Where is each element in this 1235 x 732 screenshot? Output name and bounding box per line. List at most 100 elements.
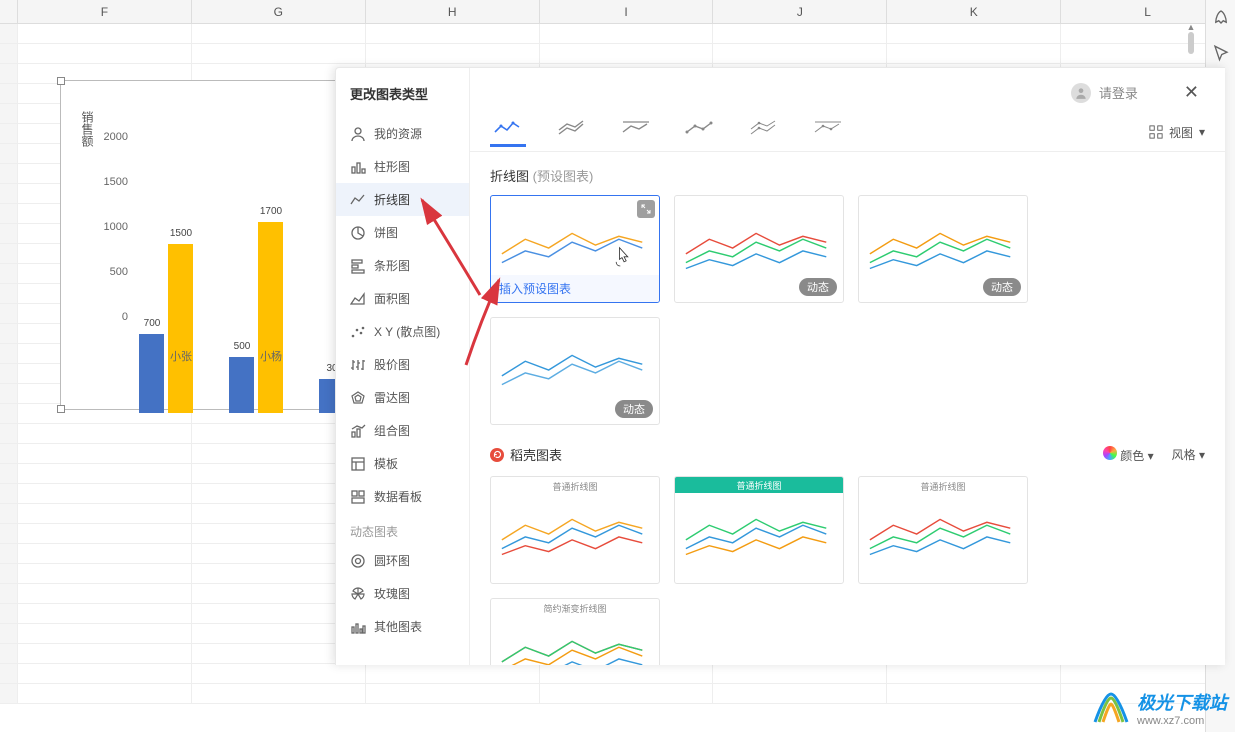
- sidebar-item-label: 圆环图: [374, 552, 410, 569]
- sidebar-item-label: 柱形图: [374, 158, 410, 175]
- grid-row[interactable]: [0, 664, 1235, 684]
- daoke-header: 稻壳图表 颜色 ▾ 风格 ▾: [490, 445, 1205, 464]
- sidebar-item-bar[interactable]: 柱形图: [336, 150, 469, 183]
- card-title: 普通折线图: [859, 480, 1027, 493]
- card-title: 普通折线图: [491, 480, 659, 493]
- sidebar-item-line[interactable]: 折线图: [336, 183, 469, 216]
- col-header-G[interactable]: G: [192, 0, 366, 23]
- chart-gallery[interactable]: 折线图 (预设图表) 插入预设图表动态动态动态 稻壳图表 颜色 ▾ 风格 ▾ 普…: [470, 152, 1225, 665]
- bar-label: 1500: [166, 228, 196, 239]
- dynamic-badge: 动态: [983, 278, 1021, 296]
- cursor-icon[interactable]: [1212, 44, 1230, 62]
- bar-group: 7001500: [139, 244, 193, 413]
- chevron-down-icon: ▾: [1199, 125, 1205, 139]
- sidebar-item-dashboard[interactable]: 数据看板: [336, 480, 469, 513]
- section-title-sub: (预设图表): [533, 169, 594, 184]
- preset-cards: 插入预设图表动态动态动态: [490, 195, 1205, 425]
- refresh-icon[interactable]: [490, 448, 504, 462]
- sidebar-item-template[interactable]: 模板: [336, 447, 469, 480]
- daoke-row1: 普通折线图 普通折线图 普通折线图简约渐变折线图: [490, 476, 1205, 665]
- sidebar-item-radar[interactable]: 雷达图: [336, 381, 469, 414]
- preset-chart-card[interactable]: 动态: [490, 317, 660, 425]
- view-control[interactable]: 视图 ▾: [1149, 117, 1205, 147]
- chart-thumbnail: [497, 615, 653, 665]
- rose-icon: [350, 586, 366, 602]
- expand-icon[interactable]: [637, 200, 655, 218]
- subtype-line-basic[interactable]: [490, 117, 526, 147]
- card-header: 普通折线图: [675, 477, 843, 493]
- template-icon: [350, 456, 366, 472]
- embedded-bar-chart[interactable]: 销售额 2000 1500 1000 500 0 700150050017003…: [60, 80, 340, 410]
- grid-row[interactable]: [0, 44, 1235, 64]
- modal-topbar: 请登录 ✕: [470, 68, 1225, 111]
- sidebar-item-label: 折线图: [374, 191, 410, 208]
- xcat: 小杨: [226, 348, 316, 364]
- sidebar-item-rose[interactable]: 玫瑰图: [336, 577, 469, 610]
- modal-body: 请登录 ✕ 视图 ▾ 折线图 (预设图表) 插入预设图表动态动态动态: [470, 68, 1225, 665]
- sidebar-item-scatter[interactable]: X Y (散点图): [336, 315, 469, 348]
- subtype-line-percent[interactable]: [618, 117, 654, 147]
- sidebar-item-combo[interactable]: 组合图: [336, 414, 469, 447]
- bar-group: 5001700: [229, 222, 283, 413]
- combo-icon: [350, 423, 366, 439]
- style-filter[interactable]: 风格 ▾: [1172, 446, 1205, 463]
- sidebar-section-dynamic: 动态图表: [336, 513, 469, 544]
- chart-type-sidebar: 更改图表类型 我的资源柱形图折线图饼图条形图面积图X Y (散点图)股价图雷达图…: [336, 68, 470, 665]
- section-title-main: 折线图: [490, 169, 529, 184]
- grid-row[interactable]: [0, 684, 1235, 704]
- preset-chart-card[interactable]: 动态: [858, 195, 1028, 303]
- insert-preset-button[interactable]: 插入预设图表: [491, 275, 659, 302]
- close-button[interactable]: ✕: [1178, 80, 1205, 105]
- grid-row[interactable]: [0, 24, 1235, 44]
- ytick: 0: [93, 311, 128, 356]
- sidebar-item-label: 玫瑰图: [374, 585, 410, 602]
- sidebar-item-label: 组合图: [374, 422, 410, 439]
- bar-series1: 500: [229, 357, 254, 413]
- sidebar-item-label: 股价图: [374, 356, 410, 373]
- color-filter[interactable]: 颜色 ▾: [1103, 446, 1154, 464]
- resize-handle[interactable]: [57, 405, 65, 413]
- resize-handle[interactable]: [57, 77, 65, 85]
- chart-thumbnail: [865, 493, 1021, 577]
- bar-series2: 1500: [168, 244, 193, 413]
- sidebar-item-pie[interactable]: 饼图: [336, 216, 469, 249]
- subtype-line-stacked-markers[interactable]: [746, 117, 782, 147]
- card-title: 简约渐变折线图: [491, 602, 659, 615]
- preset-chart-card[interactable]: 插入预设图表: [490, 195, 660, 303]
- sidebar-item-hbar[interactable]: 条形图: [336, 249, 469, 282]
- bar-label: 700: [137, 318, 167, 329]
- sidebar-item-other[interactable]: 其他图表: [336, 610, 469, 643]
- line-icon: [350, 192, 366, 208]
- bar-series1: 700: [139, 334, 164, 413]
- daoke-chart-card[interactable]: 简约渐变折线图: [490, 598, 660, 665]
- daoke-chart-card[interactable]: 普通折线图: [490, 476, 660, 584]
- sidebar-item-stock[interactable]: 股价图: [336, 348, 469, 381]
- login-area[interactable]: 请登录: [1071, 83, 1138, 103]
- subtype-line-stacked[interactable]: [554, 117, 590, 147]
- col-header-K[interactable]: K: [887, 0, 1061, 23]
- daoke-chart-card[interactable]: 普通折线图: [858, 476, 1028, 584]
- sidebar-item-donut[interactable]: 圆环图: [336, 544, 469, 577]
- dashboard-icon: [350, 489, 366, 505]
- scroll-indicator[interactable]: ▲: [1181, 22, 1201, 62]
- col-header-F[interactable]: F: [18, 0, 192, 23]
- sidebar-item-user[interactable]: 我的资源: [336, 117, 469, 150]
- daoke-chart-card[interactable]: 普通折线图: [674, 476, 844, 584]
- sidebar-item-label: 饼图: [374, 224, 398, 241]
- subtype-line-percent-markers[interactable]: [810, 117, 846, 147]
- rocket-icon[interactable]: [1212, 8, 1230, 26]
- area-icon: [350, 291, 366, 307]
- radar-icon: [350, 390, 366, 406]
- bar-icon: [350, 159, 366, 175]
- bar-series2: 1700: [258, 222, 283, 413]
- y-axis-ticks: 2000 1500 1000 500 0: [93, 131, 128, 356]
- col-header-H[interactable]: H: [366, 0, 540, 23]
- subtype-line-markers[interactable]: [682, 117, 718, 147]
- preset-chart-card[interactable]: 动态: [674, 195, 844, 303]
- stock-icon: [350, 357, 366, 373]
- watermark-name: 极光下载站: [1137, 689, 1227, 715]
- col-header-I[interactable]: I: [540, 0, 714, 23]
- chart-thumbnail: [497, 493, 653, 577]
- sidebar-item-area[interactable]: 面积图: [336, 282, 469, 315]
- col-header-J[interactable]: J: [713, 0, 887, 23]
